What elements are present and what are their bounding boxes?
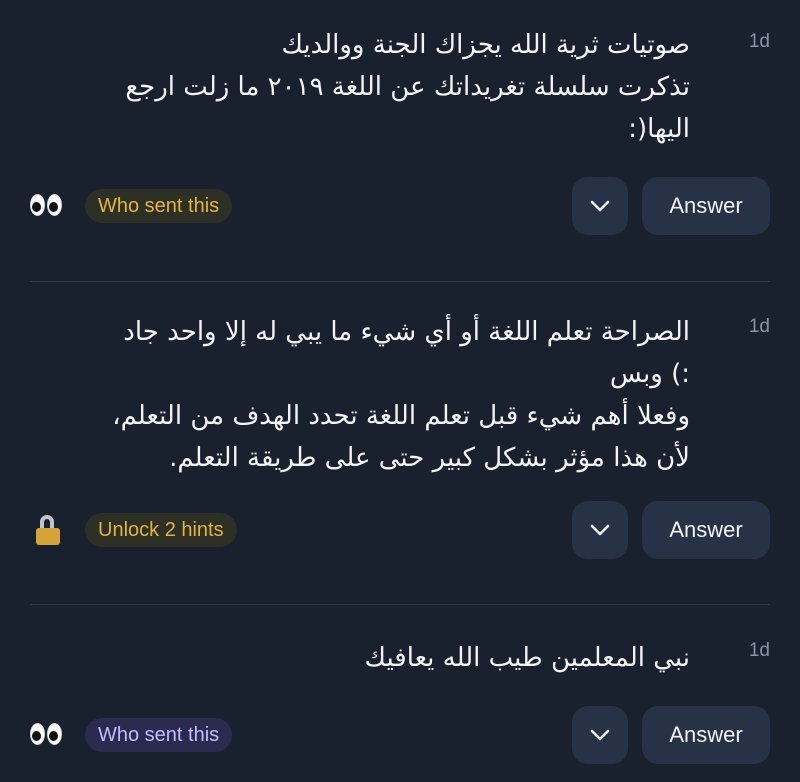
question-text: صوتيات ثرية الله يجزاك الجنة ووالديك تذك… (125, 30, 690, 144)
unlock-hints-button[interactable]: Unlock 2 hints (85, 513, 237, 547)
who-sent-this-button[interactable]: Who sent this (85, 189, 233, 223)
question-text: نبي المعلمين طيب الله يعافيك (364, 643, 690, 673)
timestamp: 1d (748, 640, 770, 661)
timestamp: 1d (748, 31, 770, 52)
lock-icon (34, 515, 62, 545)
answer-button[interactable]: Answer (642, 501, 770, 559)
eyes-emoji-icon (30, 190, 62, 224)
timestamp: 1d (748, 316, 770, 337)
answer-button[interactable]: Answer (642, 706, 770, 764)
eyes-emoji-icon (30, 719, 62, 753)
chevron-down-icon (590, 524, 610, 536)
who-sent-this-button[interactable]: Who sent this (85, 718, 233, 752)
question-text: الصراحة تعلم اللغة أو أي شيء ما يبي له إ… (112, 317, 690, 473)
chevron-down-icon (590, 729, 610, 741)
divider (30, 604, 770, 605)
chevron-down-icon (590, 200, 610, 212)
divider (30, 281, 770, 282)
answer-button[interactable]: Answer (642, 177, 770, 235)
more-options-button[interactable] (572, 706, 628, 764)
more-options-button[interactable] (572, 177, 628, 235)
more-options-button[interactable] (572, 501, 628, 559)
